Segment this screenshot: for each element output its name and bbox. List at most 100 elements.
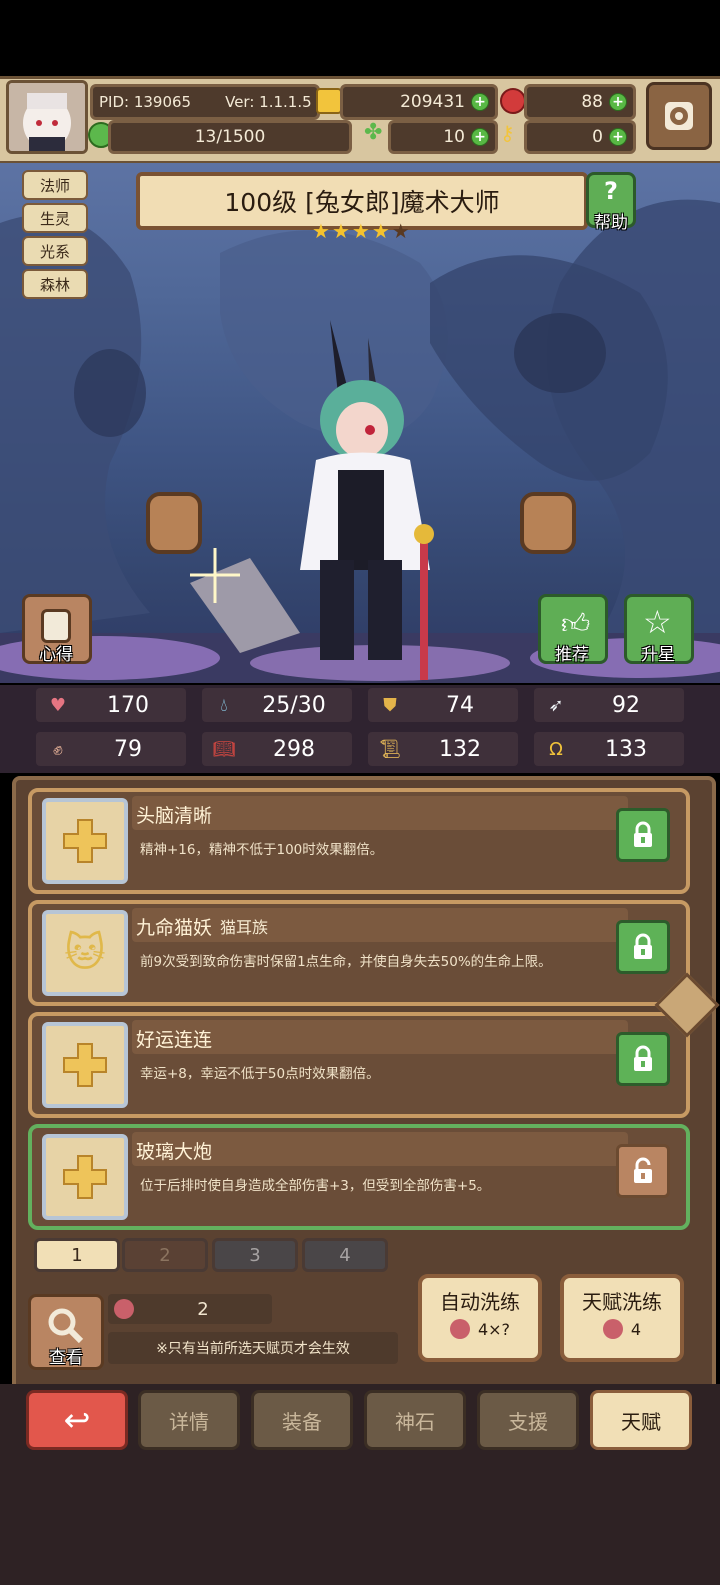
gem-icon: [500, 88, 526, 114]
thumb-up-icon: 👍︎: [561, 607, 591, 640]
note-icon: [41, 609, 71, 643]
auto-refine-cost: 4×?: [477, 1319, 511, 1339]
gold-value: 209431: [400, 92, 465, 112]
talent-card[interactable]: 🐱︎ 九命猫妖 猫耳族 前9次受到致命伤害时保留1点生命，并使自身失去50%的生命上限…: [28, 900, 690, 1006]
auto-refine-label: 自动洗练: [440, 1290, 520, 1314]
gold-counter: 209431 +: [340, 84, 498, 120]
lock-button[interactable]: [616, 920, 670, 974]
book-icon: 📖︎: [212, 738, 236, 760]
gem-counter: 88 +: [524, 84, 636, 120]
horseshoe-icon: Ω: [549, 738, 563, 760]
talent-refine-cost: 4: [630, 1319, 642, 1339]
stat-item: 📖︎ 298: [202, 732, 352, 766]
talent-subtag: 猫耳族: [220, 918, 269, 937]
stat-item: ♥ 170: [36, 688, 186, 722]
lock-button[interactable]: [616, 808, 670, 862]
scroll-icon: 📜︎: [378, 738, 402, 760]
talent-name: 玻璃大炮: [136, 1140, 213, 1163]
talent-page-tab[interactable]: 3: [212, 1238, 298, 1272]
talent-card[interactable]: 好运连连幸运+8，幸运不低于50点时效果翻倍。: [28, 1012, 690, 1118]
key-counter: 0 +: [524, 120, 636, 154]
right-rune-icon[interactable]: [520, 492, 576, 554]
lock-button[interactable]: [616, 1032, 670, 1086]
upstar-label: 升星: [641, 645, 675, 665]
nav-tab[interactable]: 装备: [251, 1390, 353, 1450]
drop-icon: 💧︎: [220, 694, 228, 716]
gold-plus-icon[interactable]: +: [471, 93, 489, 111]
talent-page-tab[interactable]: 1: [34, 1238, 120, 1272]
stat-value: 25/30: [262, 692, 326, 718]
hero-title: 100级 [兔女郎]魔术大师: [224, 188, 500, 217]
unlock-button[interactable]: [616, 1144, 670, 1198]
nav-tab[interactable]: 天赋: [590, 1390, 692, 1450]
heart-icon: ♥: [49, 694, 67, 716]
talent-name: 好运连连: [136, 1028, 213, 1051]
stat-value: 74: [446, 692, 474, 718]
tag-forest: 森林: [22, 269, 88, 299]
stat-item: Ω 133: [534, 732, 684, 766]
stamina-value: 13/1500: [194, 127, 266, 147]
talent-card[interactable]: 头脑清晰精神+16，精神不低于100时效果翻倍。: [28, 788, 690, 894]
lock-icon: [634, 821, 652, 847]
golden-cross-icon: [42, 798, 128, 884]
gear-icon: [665, 102, 693, 130]
shield-icon: ⛊: [383, 694, 397, 716]
talent-name: 九命猫妖: [136, 916, 213, 939]
golden-cross-icon: [42, 1134, 128, 1220]
talent-description: 幸运+8，幸运不低于50点时效果翻倍。: [140, 1066, 380, 1082]
key-icon: ⚷: [500, 121, 515, 145]
potion-icon: [114, 1299, 134, 1319]
clover-icon: ✤: [364, 120, 383, 145]
golden-cross-icon: [42, 1022, 128, 1108]
back-button[interactable]: ↩: [26, 1390, 128, 1450]
star-empty-icon: ★: [391, 219, 410, 243]
view-button[interactable]: 查看: [28, 1294, 104, 1370]
talent-name-row: 好运连连: [136, 1022, 220, 1054]
stamina-bar: 13/1500: [108, 120, 352, 154]
talent-refine-label: 天赋洗练: [582, 1290, 662, 1314]
wing-icon: ➶: [548, 694, 564, 716]
nav-tab[interactable]: 详情: [138, 1390, 240, 1450]
gem-value: 88: [581, 92, 603, 112]
recommend-label: 推荐: [555, 645, 589, 665]
star-outline-icon: ☆: [643, 603, 672, 641]
auto-refine-button[interactable]: 自动洗练 4×?: [418, 1274, 542, 1362]
clover-value: 10: [443, 127, 465, 147]
talent-note: ※只有当前所选天赋页才会生效: [108, 1332, 398, 1364]
stat-item: 💧︎ 25/30: [202, 688, 352, 722]
question-icon: ?: [604, 177, 618, 205]
clover-plus-icon[interactable]: +: [471, 128, 489, 146]
left-rune-icon[interactable]: [146, 492, 202, 554]
talent-description: 精神+16，精神不低于100时效果翻倍。: [140, 842, 384, 858]
help-label: 帮助: [594, 213, 628, 233]
star-filled-icon: ★: [331, 219, 350, 243]
talent-page-tab[interactable]: 4: [302, 1238, 388, 1272]
talent-name-row: 头脑清晰: [136, 798, 220, 830]
lock-icon: [634, 933, 652, 959]
stat-value: 92: [612, 692, 640, 718]
key-plus-icon[interactable]: +: [609, 128, 627, 146]
fist-icon: ✊︎: [53, 738, 63, 760]
key-value: 0: [592, 127, 603, 147]
talent-page-tab[interactable]: 2: [122, 1238, 208, 1272]
talent-description: 位于后排时使自身造成全部伤害+3，但受到全部伤害+5。: [140, 1178, 491, 1194]
nav-tab[interactable]: 神石: [364, 1390, 466, 1450]
stat-value: 170: [107, 692, 149, 718]
settings-button[interactable]: [646, 82, 712, 150]
talent-name: 头脑清晰: [136, 804, 213, 827]
view-label: 查看: [49, 1348, 83, 1368]
potion-icon: [449, 1319, 470, 1339]
back-arrow-icon: ↩: [63, 1401, 91, 1439]
nav-tab[interactable]: 支援: [477, 1390, 579, 1450]
potion-counter: 2: [108, 1294, 272, 1324]
player-avatar[interactable]: [6, 80, 88, 154]
stat-item: ⛊ 74: [368, 688, 518, 722]
stat-item: 📜︎ 132: [368, 732, 518, 766]
talent-card[interactable]: 玻璃大炮位于后排时使自身造成全部伤害+3，但受到全部伤害+5。: [28, 1124, 690, 1230]
gem-plus-icon[interactable]: +: [609, 93, 627, 111]
tag-living: 生灵: [22, 203, 88, 233]
talent-refine-button[interactable]: 天赋洗练 4: [560, 1274, 684, 1362]
potion-icon: [602, 1319, 623, 1339]
stat-item: ➶ 92: [534, 688, 684, 722]
gold-coin-icon: [316, 88, 342, 114]
